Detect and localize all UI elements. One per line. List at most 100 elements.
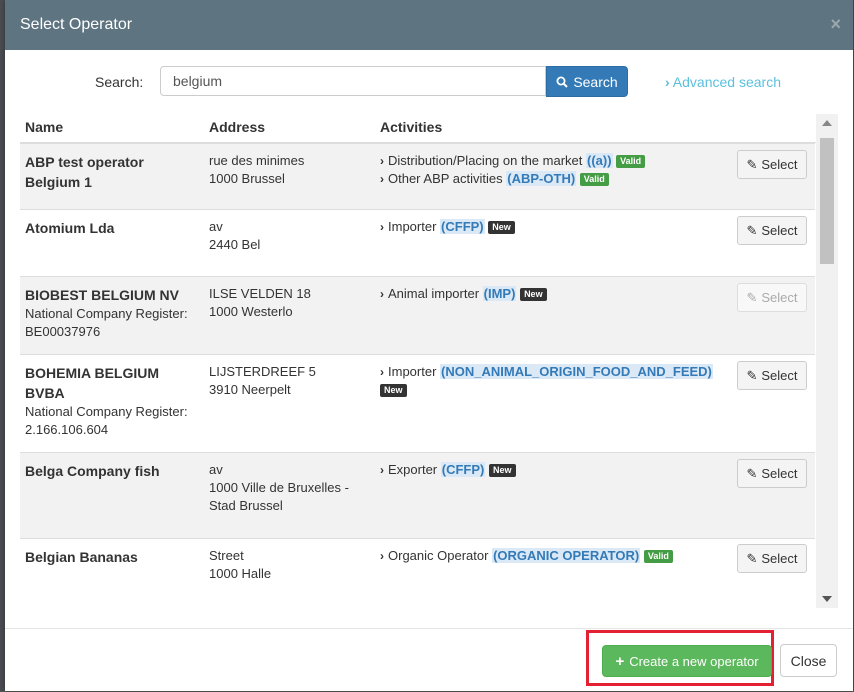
activity-code: (CFFP) [440, 219, 485, 234]
select-button-label: Select [761, 290, 798, 305]
address-line: 1000 Westerlo [209, 304, 293, 319]
edit-icon: ✎ [746, 465, 758, 481]
chevron-right-icon: › [380, 154, 384, 168]
select-button[interactable]: ✎ Select [737, 216, 807, 245]
address-line: 1000 Halle [209, 566, 272, 581]
activity-code: (ORGANIC OPERATOR) [492, 548, 641, 563]
activity-text: Importer [388, 364, 437, 379]
create-button-label: Create a new operator [629, 653, 759, 669]
table-row: ABP test operator Belgium 1 rue des mini… [20, 143, 815, 210]
address-line: 1000 Ville de Bruxelles - Stad Brussel [209, 480, 349, 513]
activity-text: Animal importer [388, 286, 480, 301]
activity-code: (IMP) [482, 286, 517, 301]
operator-name: Belgian Bananas [25, 549, 138, 565]
scrollbar-thumb[interactable] [820, 138, 834, 264]
status-badge: New [489, 464, 516, 478]
edit-icon: ✎ [746, 156, 758, 172]
scroll-up-arrow-icon[interactable] [822, 120, 832, 126]
table-row: BOHEMIA BELGIUM BVBA National Company Re… [20, 354, 815, 453]
activity-text: Other ABP activities [388, 171, 503, 186]
close-icon[interactable]: × [830, 14, 841, 35]
close-button[interactable]: Close [780, 644, 837, 677]
edit-icon: ✎ [746, 550, 758, 566]
chevron-right-icon: › [380, 463, 384, 477]
chevron-right-icon: › [665, 74, 670, 90]
plus-icon: + [615, 652, 625, 670]
table-row: BIOBEST BELGIUM NV National Company Regi… [20, 276, 815, 355]
address-line: 2440 Bel [209, 237, 261, 252]
table-row: Belgian Bananas Street 1000 Halle › Organ… [20, 538, 815, 607]
status-badge: New [380, 384, 407, 398]
status-badge: Valid [579, 173, 609, 187]
address-line: av [209, 462, 223, 477]
address-line: Street [209, 548, 244, 563]
activity-text: Organic Operator [388, 548, 489, 563]
status-badge: Valid [616, 155, 646, 169]
operator-name: BIOBEST BELGIUM NV [25, 287, 180, 303]
modal-title: Select Operator [20, 16, 133, 33]
advanced-search-label: Advanced search [672, 74, 781, 90]
create-new-operator-button[interactable]: + Create a new operator [602, 645, 772, 677]
operators-table: Name Address Activities ABP test operato… [20, 114, 838, 608]
modal-header: Select Operator × [5, 0, 853, 50]
address-line: 3910 Neerpelt [209, 382, 291, 397]
activity-item: › Exporter (CFFP) New [380, 461, 730, 479]
select-button-label: Select [761, 223, 798, 238]
scroll-down-arrow-icon[interactable] [822, 596, 832, 602]
column-header-activities: Activities [380, 119, 443, 135]
select-button-label: Select [761, 466, 798, 481]
activity-code: (CFFP) [440, 462, 486, 477]
activity-item: › Importer (CFFP) New [380, 218, 730, 236]
chevron-right-icon: › [380, 287, 384, 301]
chevron-right-icon: › [380, 172, 384, 186]
table-row: Atomium Lda av 2440 Bel › Importer (CFFP)… [20, 209, 815, 277]
address-line: 1000 Brussel [209, 171, 285, 186]
advanced-search-link[interactable]: › Advanced search [665, 74, 781, 90]
operator-name: ABP test operator Belgium 1 [25, 154, 144, 190]
search-label: Search: [95, 74, 144, 90]
column-header-address: Address [209, 119, 266, 135]
operator-detail: National Company Register: 2.166.106.604 [25, 404, 188, 437]
status-badge: New [488, 221, 515, 235]
address-line: ILSE VELDEN 18 [209, 286, 311, 301]
address-line: LIJSTERDREEF 5 [209, 364, 316, 379]
select-button-label: Select [761, 157, 798, 172]
activity-item: › Importer (NON_ANIMAL_ORIGIN_FOOD_AND_FE… [380, 363, 730, 399]
activity-text: Exporter [388, 462, 438, 477]
select-button-label: Select [761, 368, 798, 383]
table-row: Belga Company fish av 1000 Ville de Brux… [20, 452, 815, 539]
operator-detail: National Company Register: BE00037976 [25, 306, 188, 339]
select-button[interactable]: ✎ Select [737, 283, 807, 312]
activity-code: (NON_ANIMAL_ORIGIN_FOOD_AND_FEED) [440, 364, 713, 379]
operator-name: Atomium Lda [25, 220, 115, 236]
status-badge: Valid [643, 550, 673, 564]
activity-item: › Animal importer (IMP) New [380, 285, 730, 303]
chevron-right-icon: › [380, 549, 384, 563]
activity-code: (ABP-OTH) [506, 171, 577, 186]
edit-icon: ✎ [746, 222, 758, 238]
table-scrollbar[interactable] [816, 114, 838, 608]
address-line: av [209, 219, 223, 234]
search-icon [556, 76, 569, 88]
select-button[interactable]: ✎ Select [737, 544, 807, 573]
select-button[interactable]: ✎ Select [737, 150, 807, 179]
activity-text: Importer [388, 219, 437, 234]
address-line: rue des minimes [209, 153, 305, 168]
activity-item: › Other ABP activities (ABP-OTH) Valid [380, 170, 730, 188]
search-button[interactable]: Search [546, 66, 628, 97]
activity-code: ((a)) [586, 153, 613, 168]
chevron-right-icon: › [380, 220, 384, 234]
search-button-label: Search [573, 73, 618, 90]
select-button-label: Select [761, 551, 798, 566]
activity-text: Distribution/Placing on the market [388, 153, 583, 168]
activity-item: › Organic Operator (ORGANIC OPERATOR) Val… [380, 547, 730, 565]
edit-icon: ✎ [746, 367, 758, 383]
edit-icon: ✎ [746, 289, 758, 305]
select-operator-modal: Select Operator × Search: Search › Advan… [5, 0, 853, 691]
select-button[interactable]: ✎ Select [737, 459, 807, 488]
select-button[interactable]: ✎ Select [737, 361, 807, 390]
search-input[interactable] [160, 66, 546, 96]
operator-name: Belga Company fish [25, 463, 160, 479]
modal-footer: + Create a new operator Close [5, 628, 853, 692]
status-badge: New [520, 288, 547, 302]
